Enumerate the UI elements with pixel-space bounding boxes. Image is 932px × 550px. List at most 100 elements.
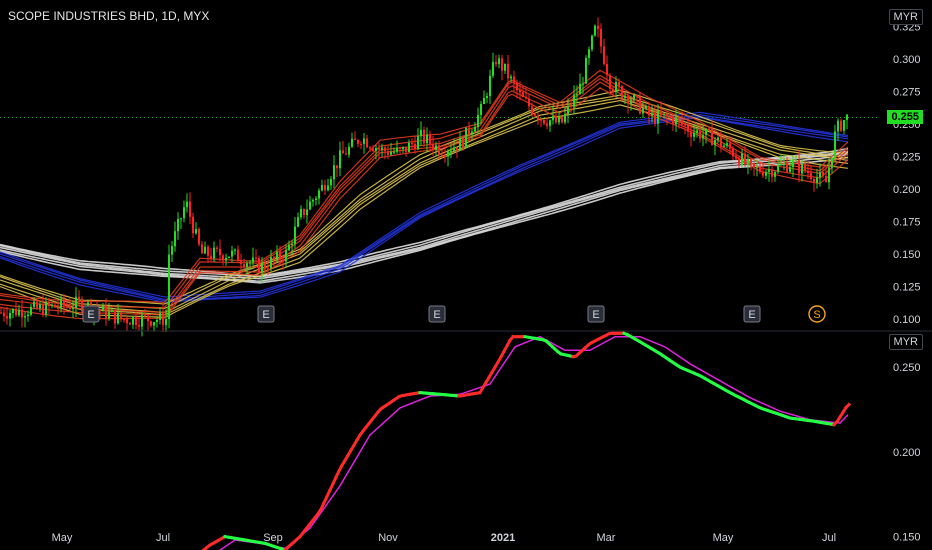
candle-body <box>36 301 38 309</box>
candle-body <box>309 201 311 210</box>
last-price-tag: 0.255 <box>887 109 923 124</box>
candle-body <box>132 317 134 325</box>
candle-body <box>636 95 638 97</box>
candle-body <box>702 134 704 139</box>
candle-body <box>387 151 389 155</box>
candle-body <box>579 83 581 95</box>
time-tick-label: Jul <box>822 532 836 544</box>
price-axis-currency-badge[interactable]: MYR <box>888 9 923 25</box>
candle-body <box>465 127 467 148</box>
candle-body <box>183 207 185 219</box>
candle-body <box>708 128 710 130</box>
candle-body <box>822 172 824 176</box>
candle-body <box>411 142 413 145</box>
candle-body <box>744 153 746 165</box>
candle-body <box>672 116 674 125</box>
candle-body <box>657 110 659 124</box>
price-tick-label: 0.125 <box>893 282 921 294</box>
candle-body <box>477 114 479 128</box>
svg-text:E: E <box>262 309 269 321</box>
candle-body <box>213 247 215 259</box>
candle-body <box>267 268 269 270</box>
split-marker[interactable]: S <box>808 305 826 323</box>
candle-body <box>300 208 302 218</box>
candle-body <box>177 218 179 232</box>
candle-body <box>426 134 428 144</box>
candle-body <box>168 254 170 320</box>
candle-body <box>804 163 806 171</box>
candle-body <box>156 319 158 323</box>
candle-body <box>558 116 560 123</box>
candle-body <box>651 113 653 116</box>
candle-body <box>345 153 347 155</box>
oscillator-tick-label: 0.150 <box>893 532 921 544</box>
candle-body <box>174 231 176 247</box>
earnings-marker[interactable]: E <box>587 305 605 323</box>
candle-body <box>684 124 686 126</box>
candle-body <box>552 116 554 121</box>
candle-body <box>573 94 575 107</box>
candle-body <box>402 147 404 149</box>
candle-body <box>846 114 848 120</box>
candle-body <box>186 201 188 208</box>
candle-body <box>273 257 275 259</box>
candle-body <box>237 249 239 262</box>
time-tick-label: May <box>713 532 734 544</box>
candle-body <box>261 262 263 273</box>
candle-body <box>60 298 62 308</box>
candle-body <box>417 136 419 150</box>
candle-body <box>246 263 248 267</box>
earnings-marker[interactable]: E <box>743 305 761 323</box>
candle-body <box>405 147 407 153</box>
candle-body <box>150 321 152 326</box>
earnings-marker[interactable]: E <box>257 305 275 323</box>
candle-body <box>24 316 26 318</box>
candle-body <box>120 312 122 320</box>
candle-body <box>456 147 458 151</box>
svg-text:E: E <box>87 309 94 321</box>
candle-body <box>108 311 110 319</box>
candle-body <box>762 171 764 176</box>
candle-body <box>432 144 434 150</box>
candle-body <box>582 83 584 85</box>
price-tick-label: 0.175 <box>893 217 921 229</box>
time-tick-label: May <box>52 532 73 544</box>
candle-body <box>123 319 125 321</box>
chart-canvas: E E E E E S 0.100 0.125 0.150 0.175 0.200 0.225 0.2… <box>0 0 932 550</box>
candle-body <box>180 218 182 220</box>
candle-body <box>342 150 344 154</box>
time-tick-label: Sep <box>263 532 283 544</box>
candle-body <box>240 261 242 265</box>
candle-body <box>603 46 605 65</box>
candle-body <box>834 131 836 158</box>
candle-body <box>225 257 227 261</box>
candle-body <box>630 100 632 104</box>
candle-body <box>384 147 386 152</box>
price-tick-label: 0.200 <box>893 184 921 196</box>
candle-body <box>765 171 767 176</box>
candle-body <box>228 256 230 258</box>
candle-body <box>741 153 743 166</box>
candle-body <box>783 163 785 165</box>
candle-body <box>726 143 728 146</box>
candle-body <box>315 198 317 200</box>
candle-body <box>48 301 50 306</box>
candle-body <box>813 179 815 183</box>
candle-body <box>501 58 503 71</box>
candle-body <box>756 166 758 168</box>
candle-body <box>471 131 473 135</box>
candle-body <box>474 127 476 132</box>
candle-body <box>312 199 314 202</box>
candle-body <box>222 255 224 261</box>
candle-body <box>351 138 353 147</box>
candle-body <box>372 148 374 151</box>
candle-body <box>18 309 20 316</box>
earnings-marker[interactable]: E <box>428 305 446 323</box>
candle-body <box>447 151 449 157</box>
candle-body <box>54 304 56 308</box>
candle-body <box>459 138 461 151</box>
oscillator-axis-currency-badge[interactable]: MYR <box>888 334 923 350</box>
earnings-marker[interactable]: E <box>82 305 100 323</box>
candle-body <box>279 251 281 260</box>
candle-body <box>393 151 395 153</box>
